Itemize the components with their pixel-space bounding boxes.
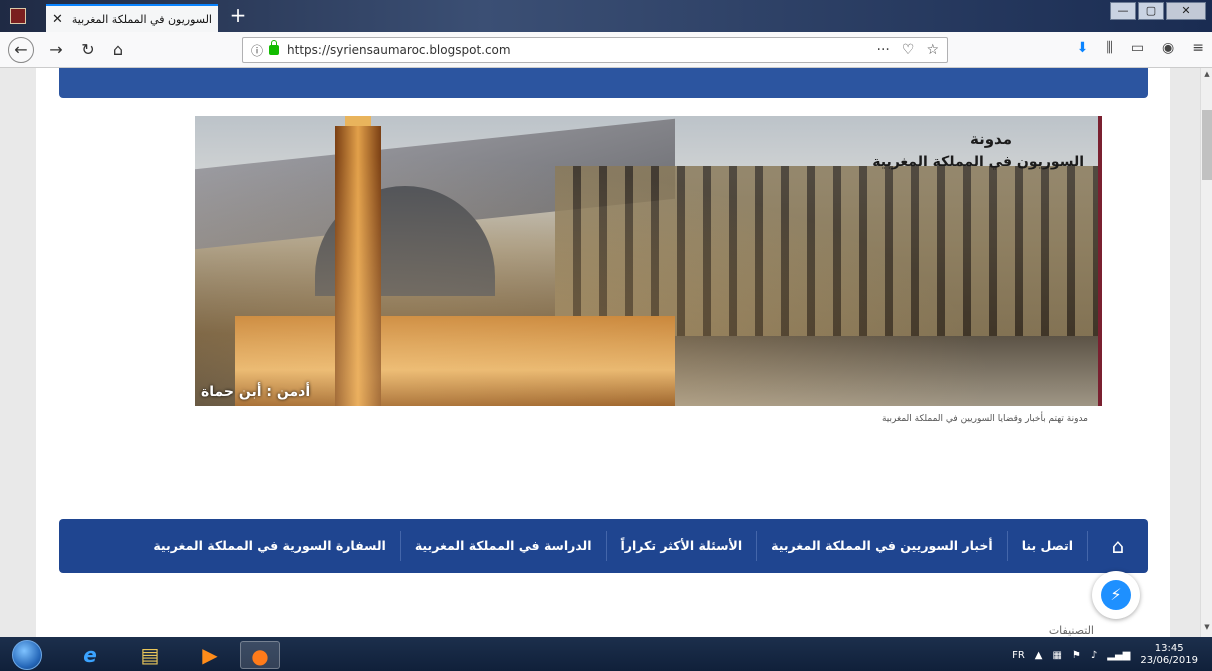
url-text[interactable]: https://syriensaumaroc.blogspot.com [287,43,511,57]
toolbar-right: ⬇ ⫼ ▭ ◉ ≡ [1077,40,1204,56]
page-viewport: مدونة السوريون في المملكة المغربية أدمن … [0,68,1200,637]
account-icon[interactable]: ◉ [1162,40,1174,56]
language-indicator[interactable]: FR [1012,650,1025,661]
tray-expand-icon[interactable]: ▲ [1035,650,1043,661]
header-banner[interactable]: مدونة السوريون في المملكة المغربية أدمن … [195,116,1102,406]
internet-explorer-icon[interactable]: e [70,641,110,669]
menu-item-contact[interactable]: اتصل بنا [1008,531,1088,561]
menu-item-embassy[interactable]: السفارة السورية في المملكة المغربية [139,531,401,561]
navigation-toolbar: ← → ↻ ⌂ ⓘ https://syriensaumaroc.blogspo… [0,32,1212,68]
menu-item-study[interactable]: الدراسة في المملكة المغربية [401,531,607,561]
main-menu: ⌂ اتصل بنا أخبار السوريين في المملكة الم… [59,519,1148,573]
scroll-up-arrow[interactable]: ▲ [1201,70,1212,82]
maximize-button[interactable]: ▢ [1138,2,1164,20]
tab-close-icon[interactable]: ✕ [52,12,66,27]
firefox-taskbar-icon[interactable]: ● [240,641,280,669]
menu-home-icon[interactable]: ⌂ [1088,519,1148,573]
forward-button[interactable]: → [44,38,68,62]
home-button[interactable]: ⌂ [106,38,130,62]
lock-icon[interactable] [269,40,280,55]
scroll-thumb[interactable] [1202,110,1212,180]
messenger-icon: ⚡ [1101,580,1131,610]
windows-taskbar: e ▤ ▶ ● FR ▲ ▦ ⚑ ♪ ▂▄▆ 13:45 23/06/2019 [0,637,1212,671]
banner-edge [1098,116,1102,406]
menu-icon[interactable]: ≡ [1192,40,1204,56]
start-button[interactable] [12,640,42,670]
clock[interactable]: 13:45 23/06/2019 [1140,643,1198,667]
admin-label: أدمن : أبن حماة [201,384,311,400]
scroll-down-arrow[interactable]: ▼ [1201,623,1212,635]
sidebar-icon[interactable]: ▭ [1131,40,1144,56]
window-titlebar: ✕ السوريون في المملكة المغربية + — ▢ ✕ [0,0,1212,32]
bookmark-star-icon[interactable]: ☆ [926,42,939,58]
blog-page: مدونة السوريون في المملكة المغربية أدمن … [36,68,1170,637]
blog-description: مدونة تهتم بأخبار وقضايا السوريين في الم… [881,414,1088,424]
pocket-icon[interactable]: ♡ [902,42,915,58]
blog-title: مدونة [969,130,1012,148]
network-icon[interactable]: ▦ [1052,650,1061,661]
menu-item-faq[interactable]: الأسئلة الأكثر تكراراً [607,531,758,561]
info-icon[interactable]: ⓘ [251,42,263,59]
address-bar[interactable]: ⓘ https://syriensaumaroc.blogspot.com ··… [242,37,948,63]
back-button[interactable]: ← [8,37,34,63]
messenger-button[interactable]: ⚡ [1092,571,1140,619]
menu-item-news[interactable]: أخبار السوريين في المملكة المغربية [757,531,1008,561]
file-explorer-icon[interactable]: ▤ [130,641,170,669]
url-actions: ··· ♡ ☆ [877,42,939,58]
sidebar-heading-peek: التصنيفات [1048,624,1094,637]
top-bar [59,68,1148,98]
new-tab-button[interactable]: + [226,4,250,28]
volume-icon[interactable]: ♪ [1091,650,1097,661]
media-player-icon[interactable]: ▶ [190,641,230,669]
firefox-window-icon [10,8,26,24]
close-window-button[interactable]: ✕ [1166,2,1206,20]
blog-subtitle: السوريون في المملكة المغربية [872,154,1084,170]
page-actions-icon[interactable]: ··· [877,42,890,58]
page-scrollbar[interactable]: ▲ ▼ [1200,68,1212,637]
download-icon[interactable]: ⬇ [1077,40,1089,56]
signal-icon[interactable]: ▂▄▆ [1107,650,1130,661]
clock-time: 13:45 [1154,643,1184,654]
clock-date: 23/06/2019 [1140,655,1198,666]
library-icon[interactable]: ⫼ [1106,40,1112,56]
tab-title: السوريون في المملكة المغربية [71,12,212,26]
flag-icon[interactable]: ⚑ [1072,650,1081,661]
minimize-button[interactable]: — [1110,2,1136,20]
browser-tab[interactable]: ✕ السوريون في المملكة المغربية [46,4,218,32]
system-tray: FR ▲ ▦ ⚑ ♪ ▂▄▆ 13:45 23/06/2019 [1012,643,1198,667]
reload-button[interactable]: ↻ [76,38,100,62]
window-controls: — ▢ ✕ [1110,2,1206,20]
